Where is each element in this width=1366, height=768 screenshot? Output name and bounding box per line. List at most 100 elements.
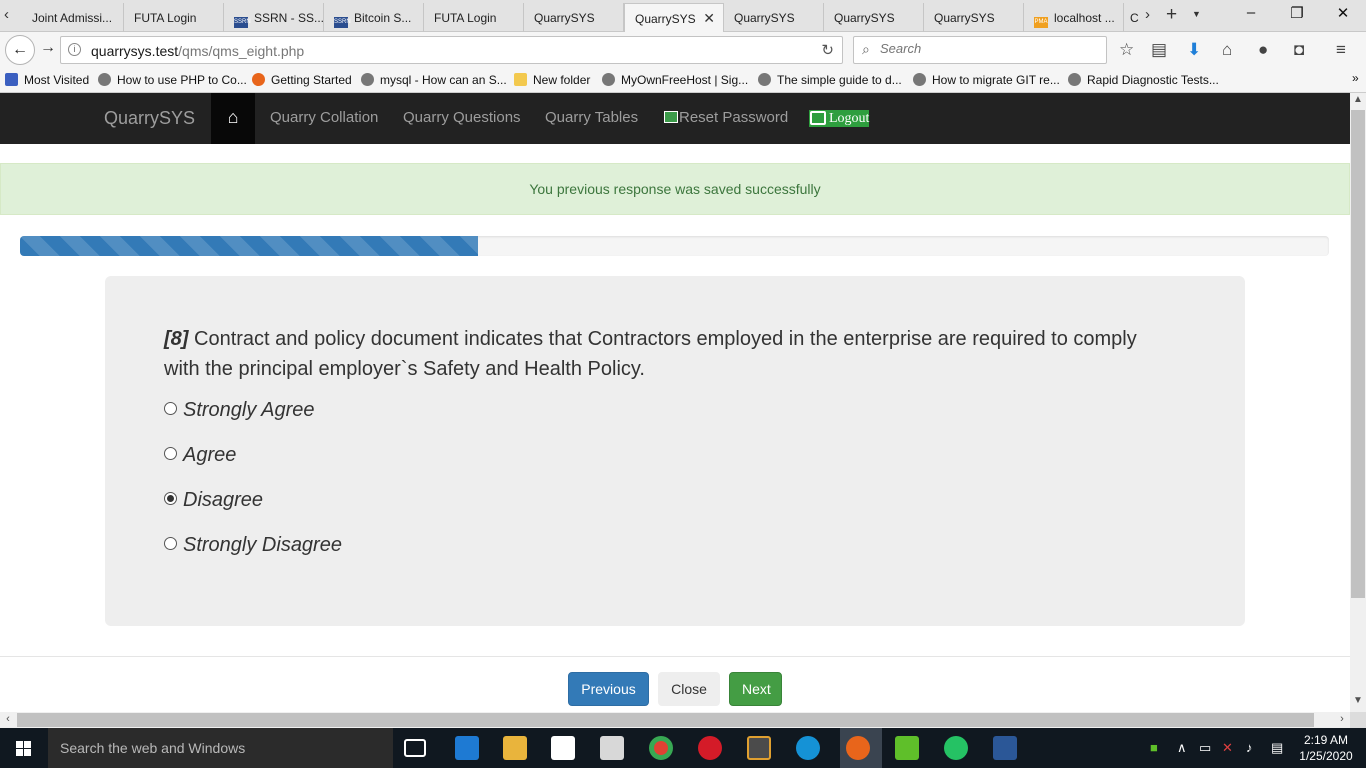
logout-button[interactable]: Logout — [809, 110, 870, 127]
option-strongly-agree[interactable]: Strongly Agree — [164, 399, 315, 429]
folder-icon — [514, 73, 527, 86]
tab-close-icon[interactable]: ✕ — [703, 10, 715, 27]
browser-tab[interactable]: SSRN SSRN - SS... — [224, 3, 324, 32]
ssrn-icon: SSRN — [334, 17, 351, 28]
system-clock[interactable]: 2:19 AM 1/25/2020 — [1296, 732, 1356, 764]
browser-tab[interactable]: FUTA Login — [124, 3, 224, 32]
globe-icon — [1068, 73, 1081, 86]
nav-quarry-tables[interactable]: Quarry Tables — [545, 109, 638, 126]
scrollbar-thumb[interactable] — [1351, 110, 1365, 598]
home-nav-button[interactable]: ⌂ — [211, 93, 255, 144]
tab-scroll-right-icon[interactable]: › — [1145, 6, 1150, 23]
option-strongly-disagree[interactable]: Strongly Disagree — [164, 534, 342, 564]
bookmark-item[interactable]: Rapid Diagnostic Tests... — [1068, 73, 1219, 87]
browser-tab-active[interactable]: QuarrySYS ✕ — [624, 3, 724, 33]
back-button[interactable]: ← — [5, 35, 35, 65]
browser-tab[interactable]: SSRN Bitcoin S... — [324, 3, 424, 32]
new-tab-icon[interactable]: + — [1166, 4, 1177, 26]
nav-reset-password[interactable]: Reset Password — [664, 109, 788, 126]
option-agree[interactable]: Agree — [164, 444, 236, 474]
browser-tab[interactable]: Joint Admissi... — [22, 3, 124, 32]
hotspot-tray-icon[interactable]: ■ — [1150, 740, 1158, 755]
bookmark-item[interactable]: MyOwnFreeHost | Sig... — [602, 73, 748, 87]
scroll-up-icon[interactable]: ▲ — [1350, 94, 1366, 110]
browser-search-input[interactable] — [880, 41, 1100, 56]
browser-tab[interactable]: QuarrySYS — [724, 3, 824, 32]
reload-icon[interactable]: ↻ — [821, 41, 834, 59]
scroll-down-icon[interactable]: ▼ — [1350, 695, 1366, 711]
browser-tab[interactable]: C — [1124, 3, 1140, 32]
maximize-icon[interactable]: ❐ — [1274, 4, 1320, 22]
browser-search-box[interactable]: ⌕ — [853, 36, 1107, 64]
mail-icon[interactable] — [600, 736, 624, 760]
task-view-icon[interactable] — [404, 739, 426, 757]
info-icon[interactable]: i — [68, 43, 81, 56]
success-alert: You previous response was saved successf… — [0, 163, 1350, 215]
opera-icon[interactable] — [698, 736, 722, 760]
nav-quarry-collation[interactable]: Quarry Collation — [270, 109, 378, 126]
bookmark-item[interactable]: New folder — [514, 73, 590, 87]
horizontal-scrollbar[interactable]: ‹ › — [0, 712, 1350, 728]
battery-icon[interactable]: ▭ — [1199, 740, 1211, 756]
edit-icon — [664, 111, 678, 123]
radio-button[interactable] — [164, 447, 177, 460]
nav-quarry-questions[interactable]: Quarry Questions — [403, 109, 521, 126]
browser-tab[interactable]: QuarrySYS — [824, 3, 924, 32]
network-disconnected-icon[interactable]: ✕ — [1222, 740, 1233, 756]
chrome-icon[interactable] — [649, 736, 673, 760]
option-disagree[interactable]: Disagree — [164, 489, 263, 519]
bookmark-item[interactable]: Most Visited — [5, 73, 89, 87]
browser-tab[interactable]: FUTA Login — [424, 3, 524, 32]
bookmark-item[interactable]: mysql - How can an S... — [361, 73, 507, 87]
chat-icon[interactable]: ● — [1258, 40, 1268, 60]
app-brand[interactable]: QuarrySYS — [104, 108, 195, 129]
bookmark-icon — [5, 73, 18, 86]
vertical-scrollbar[interactable]: ▲ ▼ — [1350, 93, 1366, 712]
bookmark-item[interactable]: How to use PHP to Co... — [98, 73, 247, 87]
address-bar[interactable]: i quarrysys.test/qms/qms_eight.php ↻ — [60, 36, 843, 64]
tab-list-chevron-icon[interactable]: ▼ — [1192, 9, 1201, 19]
word-icon[interactable] — [993, 736, 1017, 760]
volume-icon[interactable]: ♪ — [1246, 740, 1253, 755]
radio-button[interactable] — [164, 402, 177, 415]
browser-tab[interactable]: QuarrySYS — [524, 3, 624, 32]
minimize-icon[interactable]: – — [1228, 4, 1274, 21]
store-icon[interactable] — [551, 736, 575, 760]
hotspot-icon[interactable] — [895, 736, 919, 760]
radio-button[interactable] — [164, 492, 177, 505]
action-center-icon[interactable]: ▤ — [1271, 740, 1283, 756]
bookmark-star-icon[interactable]: ☆ — [1119, 40, 1134, 60]
close-button[interactable]: Close — [658, 672, 720, 706]
scrollbar-corner — [1350, 712, 1366, 728]
radio-button[interactable] — [164, 537, 177, 550]
sublime-text-icon[interactable] — [747, 736, 771, 760]
taskbar-search[interactable]: Search the web and Windows — [48, 728, 393, 768]
home-icon[interactable]: ⌂ — [1222, 40, 1232, 60]
bookmark-item[interactable]: How to migrate GIT re... — [913, 73, 1060, 87]
pocket-icon[interactable]: ◘ — [1294, 40, 1304, 60]
tab-scroll-left-icon[interactable]: ‹ — [4, 6, 9, 23]
browser-tab[interactable]: PMA localhost ... — [1024, 3, 1124, 32]
browser-tab[interactable]: QuarrySYS — [924, 3, 1024, 32]
forward-button[interactable]: → — [40, 39, 56, 57]
show-hidden-icons-icon[interactable]: ∧ — [1177, 740, 1187, 756]
reading-list-icon[interactable]: ▤ — [1151, 40, 1167, 60]
firefox-icon[interactable] — [846, 736, 870, 760]
scrollbar-thumb[interactable] — [17, 713, 1314, 727]
bookmarks-overflow-icon[interactable]: » — [1352, 71, 1359, 85]
bookmark-item[interactable]: The simple guide to d... — [758, 73, 902, 87]
window-close-icon[interactable]: ✕ — [1320, 4, 1366, 22]
start-button[interactable] — [0, 728, 48, 768]
previous-button[interactable]: Previous — [568, 672, 649, 706]
file-explorer-icon[interactable] — [503, 736, 527, 760]
next-button[interactable]: Next — [729, 672, 782, 706]
scroll-left-icon[interactable]: ‹ — [0, 713, 16, 725]
scroll-right-icon[interactable]: › — [1334, 713, 1350, 725]
edge-icon[interactable] — [455, 736, 479, 760]
whatsapp-icon[interactable] — [944, 736, 968, 760]
hamburger-menu-icon[interactable]: ≡ — [1336, 40, 1346, 60]
app-icon[interactable] — [796, 736, 820, 760]
browser-toolbar: ← → i quarrysys.test/qms/qms_eight.php ↻… — [0, 32, 1366, 68]
bookmark-item[interactable]: Getting Started — [252, 73, 352, 87]
downloads-icon[interactable]: ⬇ — [1187, 40, 1201, 60]
